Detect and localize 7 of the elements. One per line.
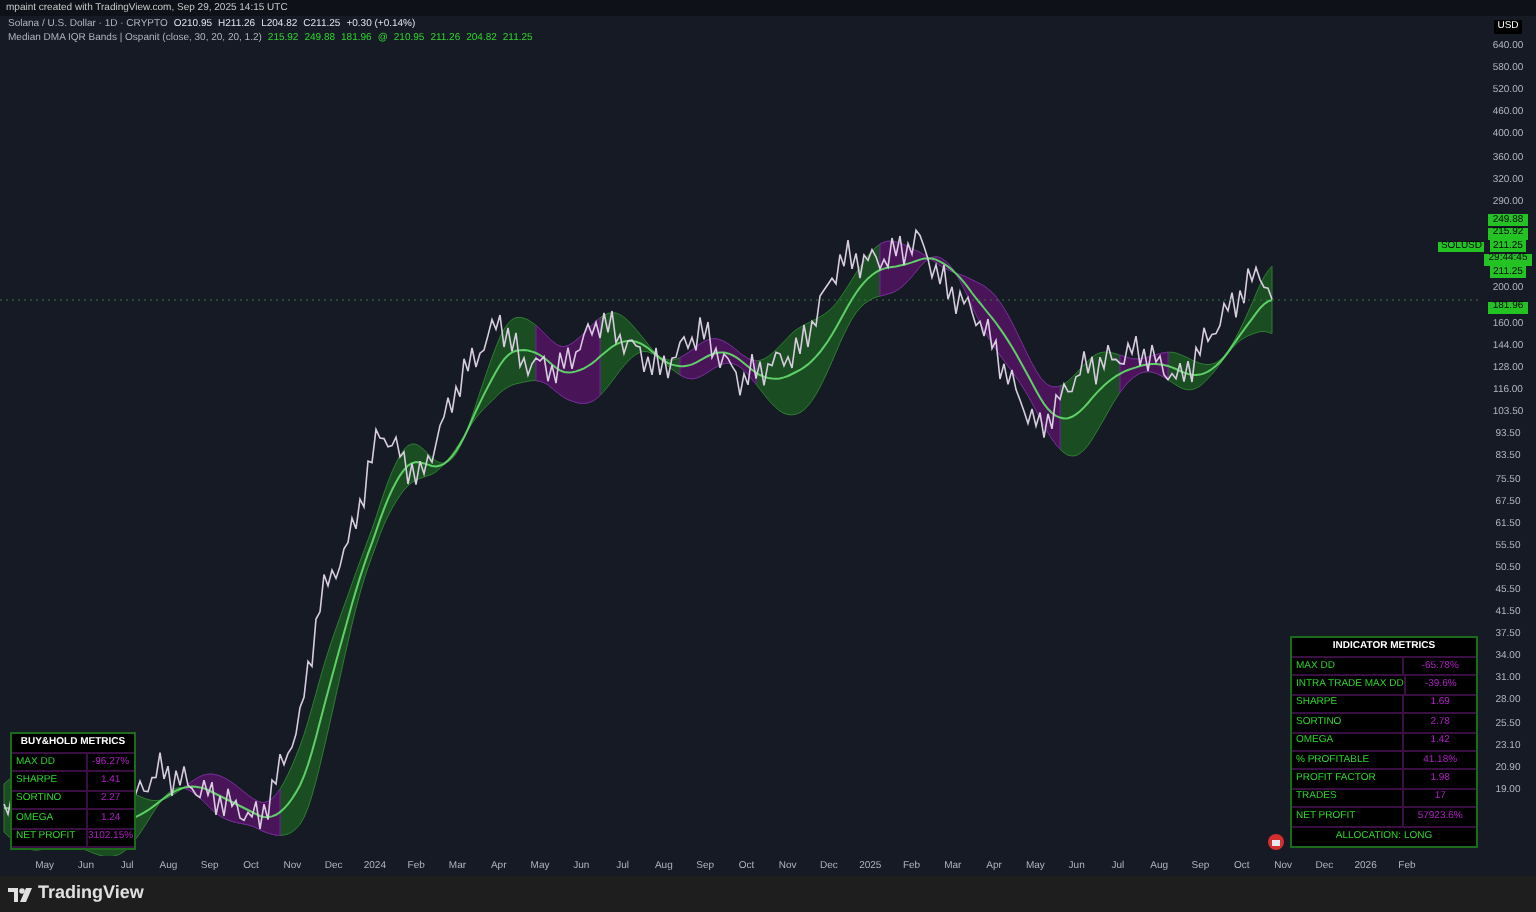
flag-marker-icon [1268, 834, 1284, 850]
bearish-band [535, 317, 601, 404]
bearish-band [679, 338, 757, 385]
logo-icon [8, 887, 32, 901]
brand-name: TradingView [38, 880, 144, 907]
bearish-band [1119, 351, 1169, 393]
bearish-band [183, 773, 281, 836]
